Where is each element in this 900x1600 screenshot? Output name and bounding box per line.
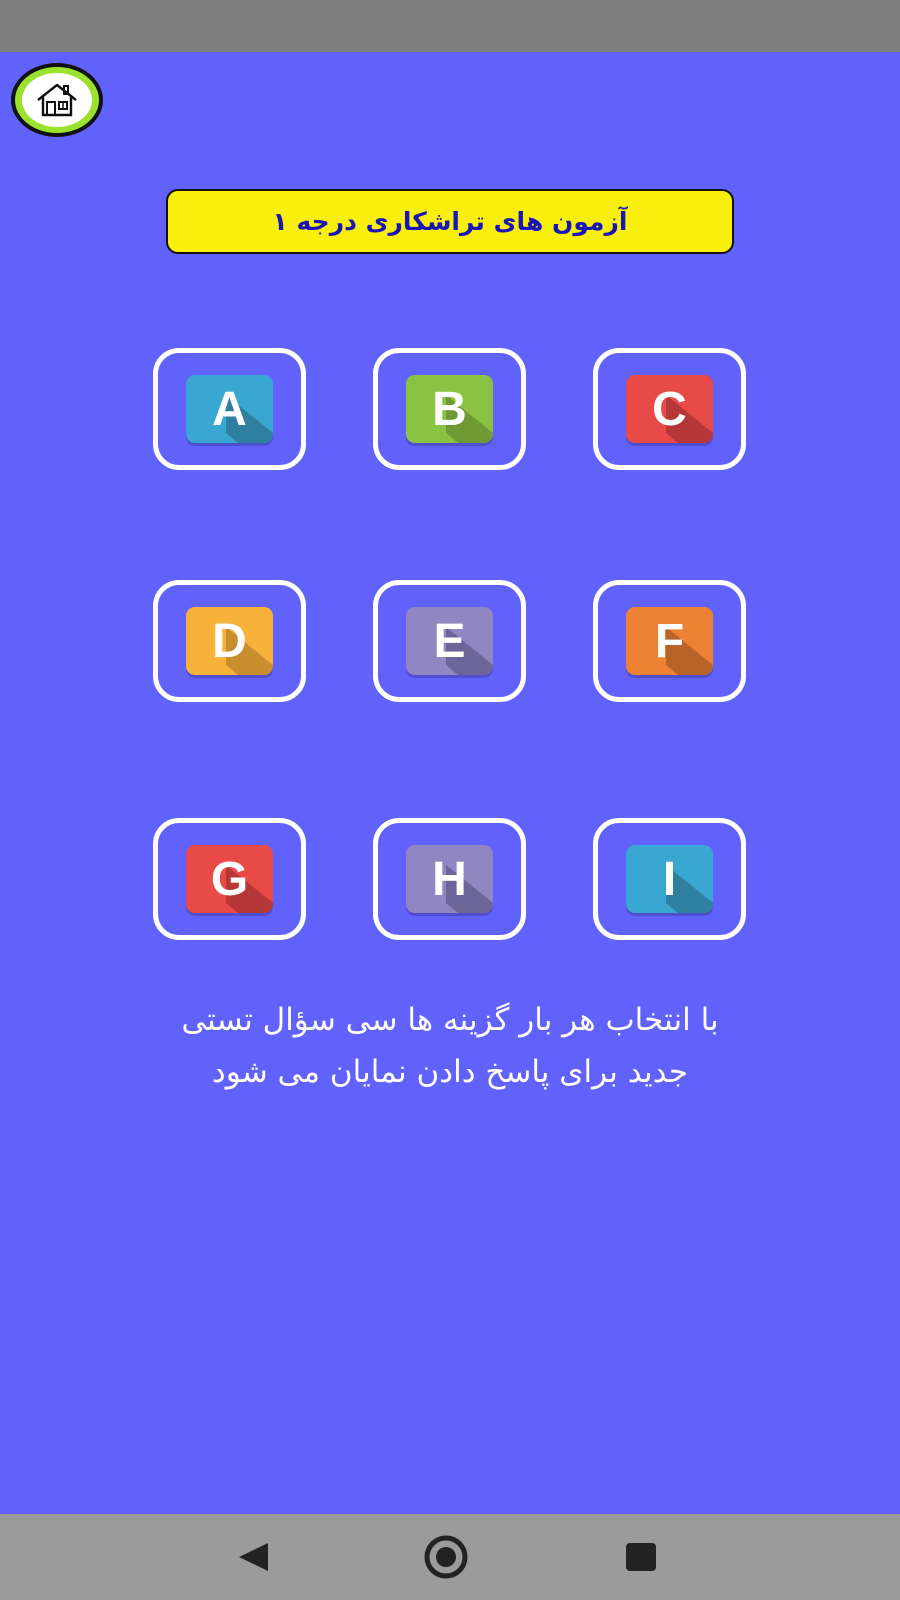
test-tile-f[interactable]: F [593, 580, 746, 702]
tile-letter: B [432, 382, 467, 436]
instruction-line-2: جدید برای پاسخ دادن نمایان می شود [211, 1054, 689, 1090]
app-screen: آزمون های تراشکاری درجه ۱ A B C D E F G … [0, 52, 900, 1514]
back-triangle-icon [239, 1543, 268, 1571]
tile-letter: I [662, 852, 677, 906]
tile-letter: F [654, 614, 685, 668]
letter-i-icon: I [626, 845, 713, 913]
instruction-text: با انتخاب هر بار گزینه ها سی سؤال تستی ج… [60, 994, 840, 1098]
test-tile-h[interactable]: H [373, 818, 526, 940]
tile-letter: E [433, 614, 466, 668]
system-nav-bar [0, 1514, 900, 1600]
home-button-face [22, 73, 92, 127]
nav-back-button[interactable] [231, 1535, 275, 1579]
recents-square-icon [626, 1543, 656, 1571]
page-title: آزمون های تراشکاری درجه ۱ [272, 207, 628, 236]
tile-letter: H [432, 852, 467, 906]
letter-c-icon: C [626, 375, 713, 443]
letter-h-icon: H [406, 845, 493, 913]
test-tile-g[interactable]: G [153, 818, 306, 940]
test-tile-c[interactable]: C [593, 348, 746, 470]
nav-home-button[interactable] [424, 1535, 468, 1579]
letter-b-icon: B [406, 375, 493, 443]
letter-d-icon: D [186, 607, 273, 675]
tile-letter: G [210, 852, 249, 906]
letter-g-icon: G [186, 845, 273, 913]
tile-letter: C [652, 382, 687, 436]
test-tile-a[interactable]: A [153, 348, 306, 470]
letter-e-icon: E [406, 607, 493, 675]
nav-recents-button[interactable] [619, 1535, 663, 1579]
title-banner: آزمون های تراشکاری درجه ۱ [166, 189, 734, 254]
home-circle-icon [424, 1535, 468, 1579]
letter-f-icon: F [626, 607, 713, 675]
test-tile-b[interactable]: B [373, 348, 526, 470]
tile-letter: A [212, 382, 247, 436]
tile-letter: D [212, 614, 247, 668]
test-tile-e[interactable]: E [373, 580, 526, 702]
test-tile-d[interactable]: D [153, 580, 306, 702]
instruction-line-1: با انتخاب هر بار گزینه ها سی سؤال تستی [181, 1002, 719, 1038]
house-icon [37, 83, 77, 117]
home-button[interactable] [11, 63, 103, 137]
letter-a-icon: A [186, 375, 273, 443]
status-bar [0, 0, 900, 52]
home-button-ring [15, 67, 99, 133]
test-tile-i[interactable]: I [593, 818, 746, 940]
